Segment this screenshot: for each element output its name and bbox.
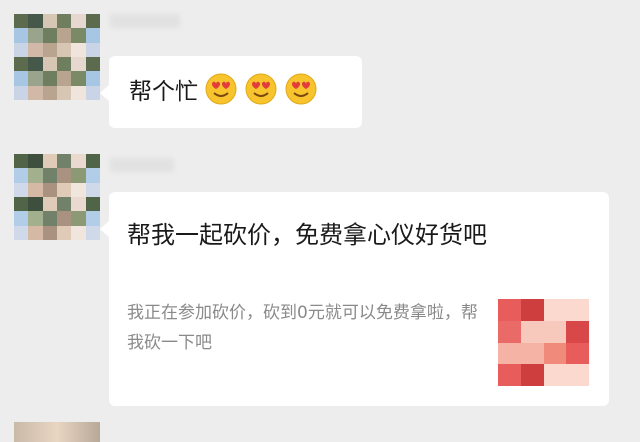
link-card-thumbnail — [498, 299, 589, 386]
sender-avatar-partial — [14, 422, 100, 442]
link-card-bubble[interactable]: 帮我一起砍价，免费拿心仪好货吧 我正在参加砍价，砍到0元就可以免费拿啦，帮我砍一… — [100, 192, 609, 406]
heart-eyes-emoji-icon — [244, 72, 278, 106]
link-card-description: 我正在参加砍价，砍到0元就可以免费拿啦，帮我砍一下吧 — [127, 303, 478, 353]
link-card-title: 帮我一起砍价，免费拿心仪好货吧 — [127, 221, 487, 249]
heart-eyes-emoji-icon — [284, 72, 318, 106]
sender-name-blurred — [110, 14, 180, 28]
message-text: 帮个忙 — [129, 79, 198, 105]
sender-avatar[interactable] — [14, 14, 100, 100]
heart-eyes-emoji-icon — [204, 72, 238, 106]
sender-name-blurred — [110, 158, 174, 172]
message-text-row: 帮个忙 — [129, 72, 318, 109]
sender-avatar[interactable] — [14, 154, 100, 240]
message-bubble-text[interactable]: 帮个忙 — [100, 56, 362, 128]
